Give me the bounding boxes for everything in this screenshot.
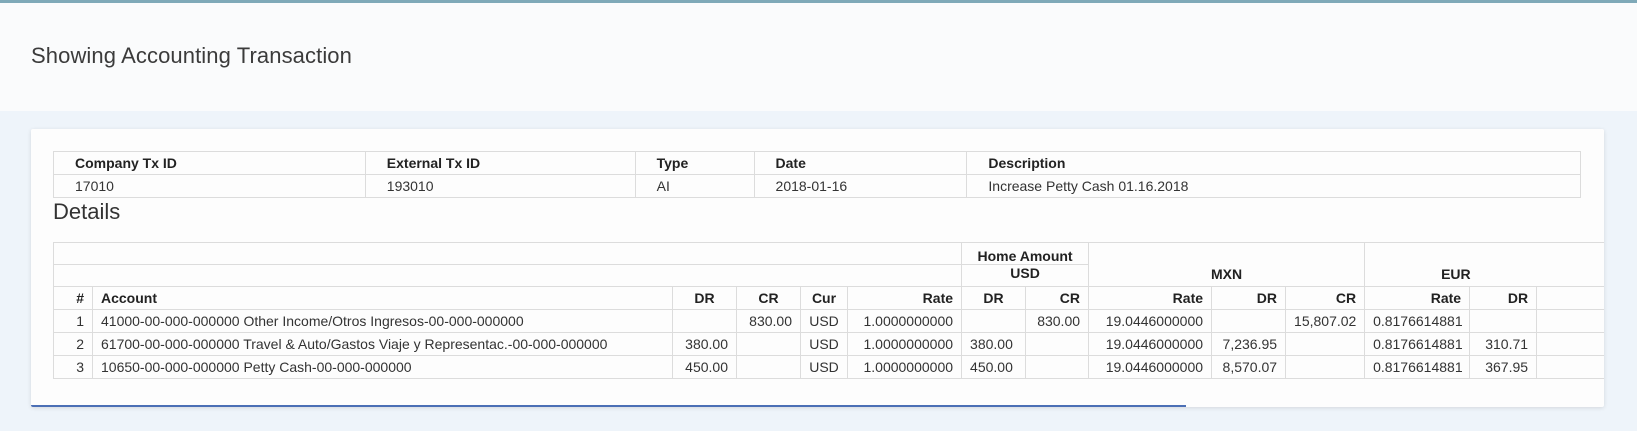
col-rate: Rate [846,286,963,310]
details-group-header-row: Home Amount MXN EUR [53,242,1604,287]
row-cur: USD [800,332,848,356]
page-title: Showing Accounting Transaction [31,43,352,68]
col-usd-dr: DR [961,286,1027,310]
details-scroll-area[interactable]: Home Amount MXN EUR USD # Account DR CR … [53,242,1604,382]
row-usd-cr [1025,355,1090,379]
row-mxn-cr: 15,807.02 [1285,309,1366,333]
table-row: 3 10650-00-000-000000 Petty Cash-00-000-… [53,355,1604,379]
row-dr: 380.00 [672,332,737,356]
col-dr: DR [672,286,737,310]
tx-type: AI [634,174,755,198]
row-eur-rate: 0.8176614881 [1364,355,1471,379]
row-usd-dr: 380.00 [961,332,1027,356]
row-usd-cr: 830.00 [1025,309,1090,333]
row-cr [736,355,801,379]
row-eur-rate: 0.8176614881 [1364,309,1471,333]
row-cur: USD [800,355,848,379]
row-mxn-dr [1211,309,1287,333]
transaction-summary-table: Company Tx ID External Tx ID Type Date D… [53,151,1581,198]
row-cr [736,332,801,356]
details-table: Home Amount MXN EUR USD # Account DR CR … [53,242,1604,379]
row-cur: USD [800,309,848,333]
row-mxn-dr: 8,570.07 [1211,355,1287,379]
table-row: 2 61700-00-000-000000 Travel & Auto/Gast… [53,332,1604,356]
details-column-header-row: # Account DR CR Cur Rate DR CR Rate DR C… [53,286,1604,310]
col-eur-rate: Rate [1364,286,1471,310]
col-cur: Cur [800,286,848,310]
header-company-tx-id: Company Tx ID [53,151,366,175]
row-account: 10650-00-000-000000 Petty Cash-00-000-00… [92,355,673,379]
row-dr [672,309,737,333]
col-account: Account [92,286,673,310]
col-number: # [53,286,93,310]
tx-description: Increase Petty Cash 01.16.2018 [966,174,1581,198]
col-mxn-cr: CR [1285,286,1366,310]
group-home-amount: Home Amount [961,242,1090,265]
row-number: 2 [53,332,93,356]
header-date: Date [753,151,968,175]
table-row: 1 41000-00-000-000000 Other Income/Otros… [53,309,1604,333]
col-cr: CR [736,286,801,310]
col-usd-cr: CR [1025,286,1090,310]
col-eur-dr: DR [1469,286,1538,310]
row-eur-dr: 310.71 [1469,332,1538,356]
company-tx-id: 17010 [53,174,366,198]
row-mxn-rate: 19.0446000000 [1088,332,1213,356]
summary-header-row: Company Tx ID External Tx ID Type Date D… [53,151,1581,175]
header-external-tx-id: External Tx ID [364,151,636,175]
row-eur-dr [1469,309,1538,333]
transaction-card: Company Tx ID External Tx ID Type Date D… [31,129,1604,407]
row-mxn-cr [1285,332,1366,356]
header-description: Description [966,151,1581,175]
row-dr: 450.00 [672,355,737,379]
row-eur-rate: 0.8176614881 [1364,332,1471,356]
header-type: Type [634,151,755,175]
row-mxn-rate: 19.0446000000 [1088,309,1213,333]
row-rate: 1.0000000000 [846,309,963,333]
external-tx-id: 193010 [364,174,636,198]
row-number: 1 [53,309,93,333]
row-mxn-cr [1285,355,1366,379]
group-mxn: MXN [1088,242,1366,287]
row-number: 3 [53,355,93,379]
row-mxn-rate: 19.0446000000 [1088,355,1213,379]
col-mxn-dr: DR [1211,286,1287,310]
row-rate: 1.0000000000 [846,355,963,379]
group-eur: EUR [1364,242,1604,287]
row-rate: 1.0000000000 [846,332,963,356]
tx-date: 2018-01-16 [753,174,968,198]
row-account: 41000-00-000-000000 Other Income/Otros I… [92,309,673,333]
row-usd-dr [961,309,1027,333]
page-header: Showing Accounting Transaction [0,3,1637,111]
group-usd: USD [961,264,1090,287]
progress-bar [31,405,1186,407]
row-usd-dr: 450.00 [961,355,1027,379]
details-heading: Details [53,199,121,224]
row-mxn-dr: 7,236.95 [1211,332,1287,356]
summary-row: 17010 193010 AI 2018-01-16 Increase Pett… [53,174,1581,198]
col-mxn-rate: Rate [1088,286,1213,310]
row-eur-dr: 367.95 [1469,355,1538,379]
row-account: 61700-00-000-000000 Travel & Auto/Gastos… [92,332,673,356]
row-cr: 830.00 [736,309,801,333]
row-usd-cr [1025,332,1090,356]
